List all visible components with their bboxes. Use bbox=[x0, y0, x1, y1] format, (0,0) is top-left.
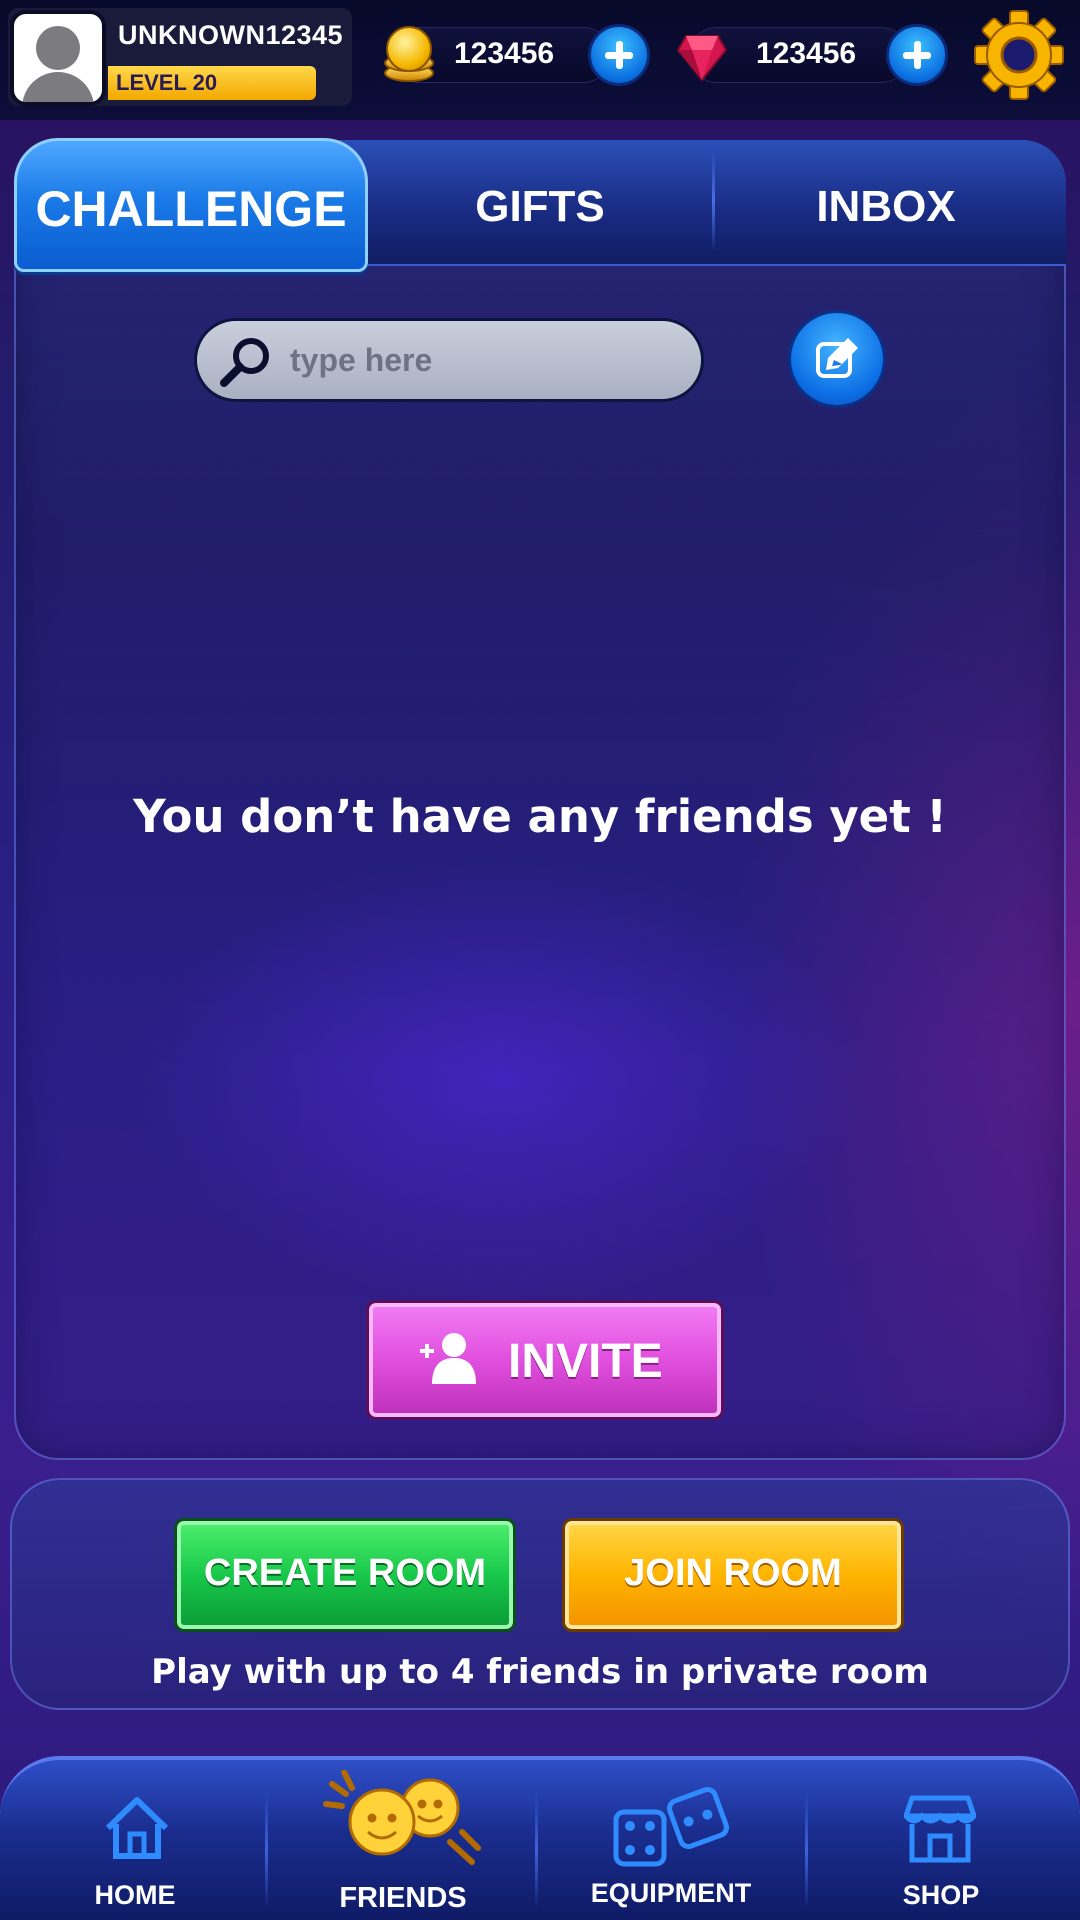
avatar[interactable] bbox=[10, 10, 106, 106]
avatar-body-shape bbox=[22, 72, 94, 102]
join-room-label: JOIN ROOM bbox=[624, 1552, 842, 1594]
add-gems-button[interactable] bbox=[886, 24, 948, 86]
tab-divider bbox=[712, 150, 715, 250]
coin-balance: 123456 bbox=[454, 37, 555, 70]
empty-friends-message: You don’t have any friends yet ! bbox=[133, 790, 947, 843]
edit-icon bbox=[816, 338, 858, 378]
create-room-label: CREATE ROOM bbox=[203, 1552, 487, 1594]
shop-icon bbox=[904, 1795, 976, 1863]
friends-icon bbox=[323, 1770, 481, 1865]
tab-gifts[interactable]: GIFTS bbox=[370, 182, 710, 232]
house-icon bbox=[105, 1797, 169, 1859]
nav-item-equipment[interactable]: EQUIPMENT bbox=[536, 1770, 806, 1920]
add-coins-button[interactable] bbox=[588, 24, 650, 86]
avatar-head-shape bbox=[36, 26, 80, 70]
gem-balance: 123456 bbox=[756, 37, 857, 70]
gem-icon bbox=[676, 35, 728, 82]
settings-gear-icon[interactable] bbox=[974, 10, 1064, 100]
dice-icon bbox=[613, 1786, 730, 1867]
nav-item-friends[interactable]: FRIENDS bbox=[268, 1770, 538, 1920]
nav-label-equipment: EQUIPMENT bbox=[590, 1878, 752, 1908]
nav-item-shop[interactable]: SHOP bbox=[806, 1770, 1076, 1920]
private-room-caption: Play with up to 4 friends in private roo… bbox=[151, 1652, 929, 1692]
nav-label-friends: FRIENDS bbox=[339, 1882, 467, 1914]
search-icon bbox=[220, 338, 269, 387]
username: UNKNOWN12345 bbox=[118, 20, 344, 50]
search-input[interactable] bbox=[290, 336, 680, 384]
tab-inbox[interactable]: INBOX bbox=[716, 182, 1056, 232]
tab-challenge[interactable]: CHALLENGE bbox=[14, 180, 368, 238]
nav-label-home: HOME bbox=[94, 1880, 176, 1910]
coin-icon bbox=[382, 24, 436, 84]
nav-item-home[interactable]: HOME bbox=[0, 1770, 270, 1920]
invite-button-label: INVITE bbox=[508, 1335, 663, 1388]
level-label: LEVEL 20 bbox=[116, 70, 218, 95]
nav-label-shop: SHOP bbox=[902, 1880, 980, 1910]
add-user-icon bbox=[420, 1333, 476, 1384]
